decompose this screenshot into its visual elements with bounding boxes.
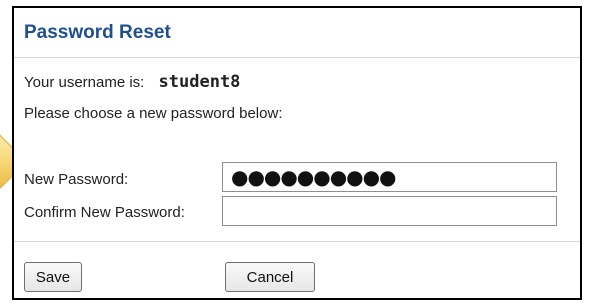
username-value: student8 <box>158 72 241 92</box>
password-reset-panel: Password Reset Your username is: student… <box>12 6 582 300</box>
save-button[interactable]: Save <box>24 262 82 292</box>
username-label: Your username is: <box>24 74 145 91</box>
username-row: Your username is: student8 <box>24 72 240 92</box>
new-password-label: New Password: <box>24 171 129 188</box>
title-divider <box>14 57 580 58</box>
confirm-password-input[interactable] <box>222 196 557 226</box>
instruction-text: Please choose a new password below: <box>24 105 283 122</box>
confirm-password-label: Confirm New Password: <box>24 204 185 221</box>
cancel-button[interactable]: Cancel <box>225 262 315 292</box>
button-divider <box>14 241 580 242</box>
page-title: Password Reset <box>24 22 171 43</box>
new-password-input[interactable] <box>222 162 557 192</box>
